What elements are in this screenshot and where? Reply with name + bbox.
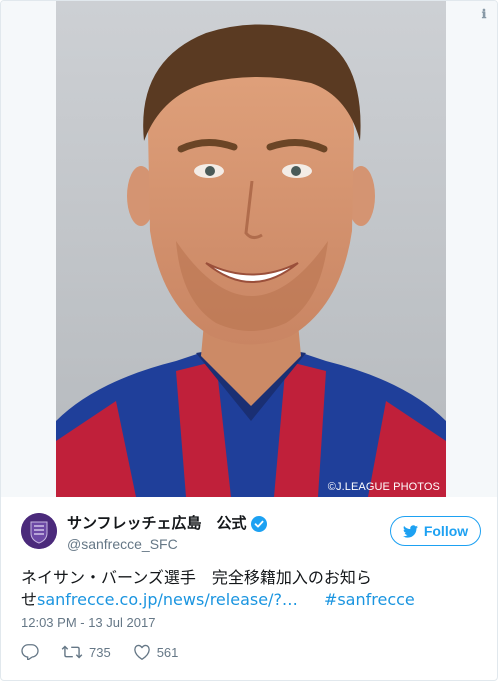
tweet-timestamp[interactable]: 12:03 PM - 13 Jul 2017 [21,615,155,631]
reply-icon [21,644,39,660]
follow-label: Follow [423,523,469,539]
tweet-text: ネイサン・バーンズ選手 完全移籍加入のお知ら せsanfrecce.co.jp/… [21,567,481,611]
retweet-action[interactable]: 735 [61,644,111,660]
tweet-text-line-2: せsanfrecce.co.jp/news/release/?… #sanfrec… [21,589,481,611]
tweet-text-line-1: ネイサン・バーンズ選手 完全移籍加入のお知ら [21,568,372,587]
hashtag-link[interactable]: #sanfrecce [324,590,415,609]
tweet-actions: 735 561 [21,641,200,663]
news-link[interactable]: sanfrecce.co.jp/news/release/?… [37,590,298,609]
club-crest-icon [21,513,57,549]
retweet-count: 735 [89,644,111,660]
reply-action[interactable] [21,644,39,660]
follow-button[interactable]: Follow [390,516,481,546]
heart-icon [133,644,150,660]
author-handle[interactable]: @sanfrecce_SFC [67,534,267,554]
retweet-icon [61,645,83,659]
display-name-text: サンフレッチェ広島 公式 [67,515,247,532]
avatar[interactable] [21,513,57,549]
tweet-text-prefix: せ [21,590,38,609]
like-action[interactable]: 561 [133,644,179,660]
player-photo[interactable]: ©J.LEAGUE PHOTOS [56,1,446,497]
twitter-bird-icon [402,524,418,538]
author-names[interactable]: サンフレッチェ広島 公式 @sanfrecce_SFC [67,514,267,554]
like-count: 561 [156,644,179,660]
tweet-header: サンフレッチェ広島 公式 @sanfrecce_SFC Follow [21,512,481,558]
verified-badge-icon [250,516,267,532]
author-display-name[interactable]: サンフレッチェ広島 公式 [67,514,267,534]
tweet-card: ©J.LEAGUE PHOTOS ℹ サンフレッチェ広島 公式 @sanfrec… [0,0,498,681]
player-portrait-image [56,1,446,497]
photo-credit: ©J.LEAGUE PHOTOS [327,481,440,493]
info-icon[interactable]: ℹ [477,7,491,21]
tweet-media[interactable]: ©J.LEAGUE PHOTOS ℹ [1,1,497,497]
